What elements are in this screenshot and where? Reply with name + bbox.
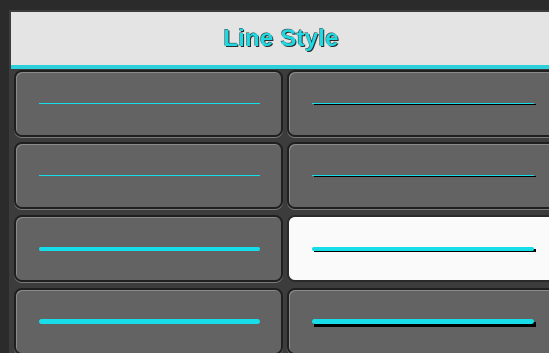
line-sample: [312, 318, 534, 324]
line-style-option-medium-shadow[interactable]: [287, 215, 549, 282]
line-sample: [39, 318, 260, 324]
line-style-option-hairline[interactable]: [14, 142, 283, 209]
line-sample: [39, 174, 260, 176]
line-sample: [312, 174, 534, 176]
line-style-option-thick-shadow[interactable]: [287, 288, 549, 353]
line-style-panel: Line Style: [0, 0, 549, 353]
line-style-option-thick[interactable]: [14, 288, 283, 353]
line-style-option-hairline-shadow[interactable]: [287, 142, 549, 209]
line-shadow: [314, 175, 536, 177]
line-style-option-medium[interactable]: [14, 215, 283, 282]
line-style-option-thin-shadow[interactable]: [287, 70, 549, 137]
line-sample: [39, 102, 260, 104]
line-sample: [39, 246, 260, 251]
line-shadow: [314, 103, 536, 105]
line-style-option-thin[interactable]: [14, 70, 283, 137]
line-sample: [312, 102, 534, 104]
panel-title: Line Style: [223, 24, 339, 52]
line-sample: [312, 246, 534, 251]
panel-header: Line Style: [11, 12, 549, 69]
